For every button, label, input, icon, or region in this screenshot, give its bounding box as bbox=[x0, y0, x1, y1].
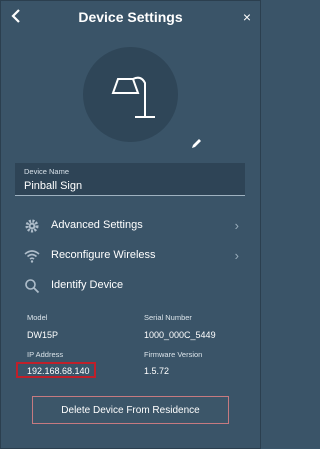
firmware-version-label: Firmware Version bbox=[144, 350, 203, 359]
delete-device-button[interactable]: Delete Device From Residence bbox=[32, 396, 229, 424]
device-name-field[interactable]: Device Name Pinball Sign bbox=[15, 163, 245, 196]
identify-device-label: Identify Device bbox=[51, 279, 124, 291]
serial-number-value: 1000_000C_5449 bbox=[144, 330, 216, 340]
advanced-settings-item[interactable]: Advanced Settings › bbox=[15, 213, 245, 239]
identify-device-item[interactable]: Identify Device bbox=[15, 273, 245, 299]
firmware-version-value: 1.5.72 bbox=[144, 366, 170, 376]
search-icon bbox=[25, 279, 40, 294]
device-avatar bbox=[83, 47, 178, 142]
serial-number-label: Serial Number bbox=[144, 313, 192, 322]
ip-address-value: 192.168.68.140 bbox=[27, 366, 90, 376]
device-name-label: Device Name bbox=[24, 167, 70, 176]
header: Device Settings × bbox=[0, 0, 261, 34]
page-title: Device Settings bbox=[78, 9, 183, 25]
chevron-right-icon: › bbox=[234, 218, 239, 233]
lamp-icon bbox=[111, 76, 155, 118]
reconfigure-wireless-label: Reconfigure Wireless bbox=[51, 249, 156, 261]
reconfigure-wireless-item[interactable]: Reconfigure Wireless › bbox=[15, 243, 245, 269]
wifi-icon bbox=[24, 250, 40, 263]
delete-device-label: Delete Device From Residence bbox=[61, 405, 200, 416]
close-icon[interactable]: × bbox=[243, 8, 251, 26]
ip-address-label: IP Address bbox=[27, 350, 64, 359]
advanced-settings-label: Advanced Settings bbox=[51, 219, 143, 231]
model-value: DW15P bbox=[27, 330, 59, 340]
gear-icon bbox=[25, 219, 39, 233]
device-name-value[interactable]: Pinball Sign bbox=[24, 180, 82, 192]
model-label: Model bbox=[27, 313, 48, 322]
chevron-right-icon: › bbox=[234, 248, 239, 263]
edit-pencil-icon[interactable] bbox=[190, 137, 202, 149]
